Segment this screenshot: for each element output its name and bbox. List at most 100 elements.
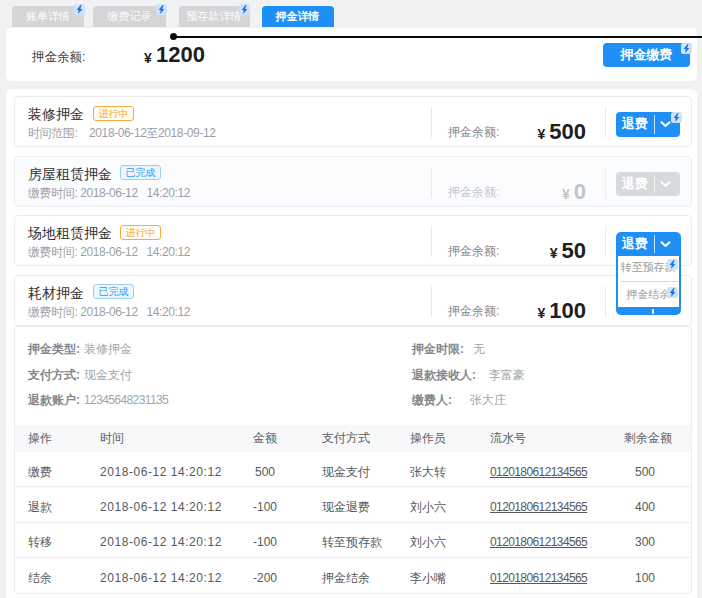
table-row: 结余 2018-06-12 14:20:12 -200 押金结余 李小嘴 012… [15, 558, 691, 593]
info-value: 12345648231135 [84, 394, 168, 407]
col-header-time: 时间 [100, 425, 124, 452]
status-badge: 已完成 [120, 165, 161, 180]
serial-link[interactable]: 0120180612134565 [490, 455, 587, 490]
cell-time: 2018-06-12 14:20:12 [100, 490, 222, 525]
lightning-flag-icon [239, 4, 250, 15]
chevron-down-icon[interactable] [660, 121, 671, 128]
card-meta: 缴费时间: 2018-06-12 14:20:12 [28, 187, 190, 200]
cell-remaining: 100 [635, 561, 655, 596]
info-value: 张大庄 [470, 394, 506, 407]
cell-time: 2018-06-12 14:20:12 [100, 455, 222, 490]
col-header-pay-method: 支付方式 [322, 425, 370, 452]
cell-operator: 张大转 [410, 455, 446, 490]
card-meta: 缴费时间: 2018-06-12 14:20:12 [28, 306, 190, 319]
table-row: 退款 2018-06-12 14:20:12 -100 现金退费 刘小六 012… [15, 487, 691, 522]
lightning-flag-icon [671, 112, 682, 123]
cell-amount: -200 [230, 561, 300, 596]
chevron-down-icon[interactable] [660, 241, 671, 248]
col-header-remaining: 剩余金额 [612, 425, 684, 452]
divider [605, 107, 606, 138]
divider [431, 167, 432, 198]
refund-button-label[interactable]: 退费 [616, 232, 654, 256]
deposit-card-venue-rental: 场地租赁押金 进行中 缴费时间: 2018-06-12 14:20:12 押金余… [14, 215, 692, 266]
cell-remaining: 400 [635, 490, 655, 525]
button-divider [654, 175, 655, 194]
serial-link[interactable]: 0120180612134565 [490, 490, 587, 525]
serial-link[interactable]: 0120180612134565 [490, 525, 587, 560]
card-amount: ¥50 [550, 238, 586, 264]
divider [431, 286, 432, 317]
divider [605, 226, 606, 257]
card-meta: 时间范围: 2018-06-12至2018-09-12 [28, 127, 215, 140]
info-label: 退款账户: [28, 394, 80, 407]
divider [431, 107, 432, 138]
cell-operation: 缴费 [28, 455, 52, 490]
balance-amount: 1200 [156, 42, 205, 68]
divider [605, 167, 606, 198]
cell-remaining: 500 [635, 455, 655, 490]
deposit-card-house-rental: 房屋租赁押金 已完成 缴费时间: 2018-06-12 14:20:12 押金余… [14, 156, 692, 207]
deposit-pay-button[interactable]: 押金缴费 [603, 43, 690, 67]
cell-operation: 退款 [28, 490, 52, 525]
divider [431, 226, 432, 257]
cell-operation: 结余 [28, 561, 52, 596]
serial-link[interactable]: 0120180612134565 [490, 561, 587, 596]
card-balance-label: 押金余额: [448, 126, 499, 139]
info-label: 支付方式: [28, 369, 80, 382]
refund-button-label: 退费 [616, 172, 654, 197]
lightning-flag-icon [156, 4, 167, 15]
deposit-card-renovation: 装修押金 进行中 时间范围: 2018-06-12至2018-09-12 押金余… [14, 96, 692, 147]
info-label: 押金时限: [412, 343, 464, 356]
table-row: 转移 2018-06-12 14:20:12 -100 转至预存款 刘小六 01… [15, 523, 691, 558]
deposit-detail-box: 押金类型: 装修押金 押金时限: 无 支付方式: 现金支付 退款接收人: 李富豪… [14, 326, 692, 594]
card-balance-label: 押金余额: [448, 305, 499, 318]
info-label: 押金类型: [28, 343, 80, 356]
cell-operation: 转移 [28, 525, 52, 560]
cell-operator: 刘小六 [410, 490, 446, 525]
info-value: 现金支付 [84, 369, 132, 382]
card-title: 场地租赁押金 [28, 225, 112, 241]
lightning-flag-icon [667, 287, 678, 298]
divider [605, 286, 606, 317]
cell-amount: -100 [230, 490, 300, 525]
lightning-flag-icon [74, 4, 85, 15]
col-header-serial: 流水号 [490, 425, 526, 452]
col-header-operation: 操作 [28, 425, 52, 452]
col-header-amount: 金额 [230, 425, 300, 452]
menu-divider [621, 281, 679, 282]
balance-label: 押金余额: [32, 49, 85, 66]
button-divider [654, 115, 655, 134]
col-header-operator: 操作员 [410, 425, 446, 452]
table-row: 缴费 2018-06-12 14:20:12 500 现金支付 张大转 0120… [15, 452, 691, 487]
card-amount: ¥0 [562, 179, 586, 205]
annotation-line [173, 36, 702, 38]
lightning-flag-icon [681, 43, 692, 54]
status-badge: 进行中 [120, 225, 161, 240]
lightning-flag-icon [667, 259, 678, 270]
refund-split-button-disabled: 退费 [616, 172, 680, 197]
card-balance-label: 押金余额: [448, 186, 499, 199]
table-header: 操作 时间 金额 支付方式 操作员 流水号 剩余金额 [15, 425, 691, 452]
card-balance-label: 押金余额: [448, 245, 499, 258]
cell-pay-method: 现金支付 [322, 455, 370, 490]
cell-remaining: 300 [635, 525, 655, 560]
refund-button-label[interactable]: 退费 [616, 112, 654, 137]
dropdown-tick [652, 309, 654, 314]
cell-amount: 500 [230, 455, 300, 490]
cell-pay-method: 押金结余 [322, 561, 370, 596]
status-badge: 进行中 [93, 106, 134, 121]
tab-deposit-details[interactable]: 押金详情 [262, 6, 334, 27]
card-title: 装修押金 [28, 106, 84, 122]
status-badge: 已完成 [93, 284, 134, 299]
info-label: 缴费人: [412, 394, 452, 407]
chevron-down-icon [660, 181, 671, 188]
cell-time: 2018-06-12 14:20:12 [100, 525, 222, 560]
refund-dropdown-open: 退费 转至预存款 押金结余 [616, 232, 681, 316]
info-value: 李富豪 [489, 369, 525, 382]
info-value: 装修押金 [84, 343, 132, 356]
info-label: 退款接收人: [412, 369, 476, 382]
cell-pay-method: 现金退费 [322, 490, 370, 525]
card-amount: ¥100 [537, 298, 586, 324]
cell-operator: 刘小六 [410, 525, 446, 560]
card-meta: 缴费时间: 2018-06-12 14:20:12 [28, 246, 190, 259]
